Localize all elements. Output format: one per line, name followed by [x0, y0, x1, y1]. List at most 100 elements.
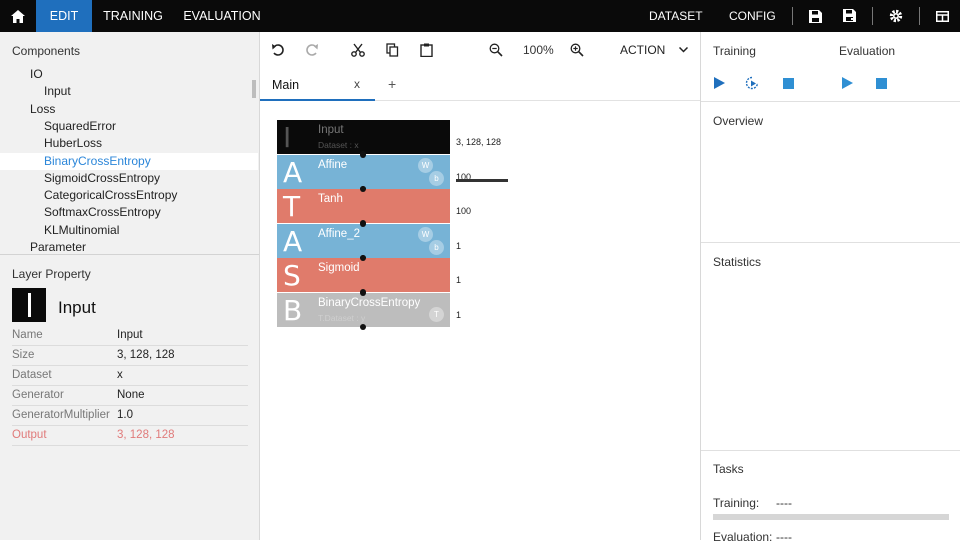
output-shape-label: 1: [456, 275, 462, 286]
connector-dot[interactable]: [360, 151, 366, 158]
tree-item[interactable]: KLMultinomial: [0, 222, 258, 239]
zoom-in-icon[interactable]: [567, 40, 587, 60]
zoom-level: 100%: [523, 43, 554, 57]
tree-item[interactable]: IO: [0, 66, 258, 83]
add-tab-button[interactable]: +: [388, 76, 396, 92]
zoom-out-icon[interactable]: [486, 40, 506, 60]
property-row[interactable]: Generator None: [12, 386, 248, 406]
redo-icon[interactable]: [302, 40, 322, 60]
parameter-badge[interactable]: T: [429, 307, 444, 322]
property-value[interactable]: x: [117, 369, 123, 381]
save-icon[interactable]: [800, 0, 830, 32]
parameter-badge[interactable]: W: [418, 226, 433, 242]
output-shape-label: 1: [456, 310, 462, 320]
property-row[interactable]: Name Input: [12, 326, 248, 346]
home-icon[interactable]: [0, 0, 36, 32]
tree-item[interactable]: SigmoidCrossEntropy: [0, 170, 258, 187]
property-key: Dataset: [12, 369, 52, 381]
top-bar: EDIT TRAINING EVALUATION DATASET CONFIG: [0, 0, 960, 32]
layout-icon[interactable]: [927, 0, 957, 32]
tree-item[interactable]: SquaredError: [0, 118, 258, 135]
layer-name: Input: [58, 298, 96, 317]
eval-stop-icon[interactable]: [872, 74, 890, 92]
separator: [919, 7, 920, 25]
evaluation-title: Evaluation: [839, 44, 896, 58]
training-task-value: ----: [776, 496, 792, 510]
gear-icon[interactable]: [881, 0, 911, 32]
tree-item[interactable]: Parameter: [0, 239, 258, 254]
property-value[interactable]: 3, 128, 128: [117, 429, 175, 441]
layer-block[interactable]: A Affine_2 Wb: [277, 220, 450, 261]
layer-block[interactable]: S Sigmoid: [277, 255, 450, 296]
property-key: Output: [12, 429, 47, 441]
tree-item[interactable]: SoftmaxCrossEntropy: [0, 204, 258, 221]
chevron-down-icon[interactable]: [673, 40, 693, 60]
layer-glyph: I: [283, 121, 292, 154]
tab-config[interactable]: CONFIG: [729, 0, 776, 32]
layer-name: BinaryCrossEntropy: [318, 297, 421, 309]
tree-scrollbar[interactable]: [252, 80, 256, 98]
train-resume-icon[interactable]: [743, 74, 761, 92]
parameter-badge[interactable]: b: [429, 239, 444, 255]
tree-item[interactable]: Loss: [0, 101, 258, 118]
save-as-icon[interactable]: [835, 0, 865, 32]
connector-dot[interactable]: [360, 186, 366, 193]
connector-dot[interactable]: [360, 324, 366, 330]
training-title: Training: [713, 44, 756, 58]
tasks-title: Tasks: [713, 462, 744, 476]
tab-main-label: Main: [272, 78, 300, 92]
tab-training[interactable]: TRAINING: [96, 0, 170, 32]
property-value[interactable]: 1.0: [117, 409, 133, 421]
tab-dataset[interactable]: DATASET: [649, 0, 703, 32]
property-row[interactable]: Dataset x: [12, 366, 248, 386]
parameter-badge[interactable]: W: [418, 157, 433, 173]
copy-icon[interactable]: [382, 40, 402, 60]
layer-block[interactable]: T Tanh: [277, 186, 450, 227]
cut-icon[interactable]: [348, 40, 368, 60]
eval-play-icon[interactable]: [838, 74, 856, 92]
layer-subtitle: T.Dataset : y: [318, 313, 366, 323]
property-key: GeneratorMultiplier: [12, 409, 110, 421]
layer-block[interactable]: A Affine Wb: [277, 151, 450, 192]
property-row[interactable]: Size 3, 128, 128: [12, 346, 248, 366]
tree-item[interactable]: CategoricalCrossEntropy: [0, 187, 258, 204]
layer-glyph: S: [283, 259, 301, 293]
property-value[interactable]: None: [117, 389, 145, 401]
property-row[interactable]: GeneratorMultiplier 1.0: [12, 406, 248, 426]
layer-glyph: T: [283, 190, 301, 224]
property-row[interactable]: Output 3, 128, 128: [12, 426, 248, 446]
tree-item[interactable]: Input: [0, 83, 258, 100]
components-title: Components: [12, 44, 81, 58]
right-panel: Training Evaluation Overview Statistics …: [700, 32, 960, 544]
separator: [872, 7, 873, 25]
layer-name: Affine_2: [318, 227, 360, 240]
output-shape-label: 3, 128, 128: [456, 137, 502, 147]
graph-tabs: Main x +: [260, 67, 700, 101]
undo-icon[interactable]: [268, 40, 288, 60]
layer-name: Affine: [318, 158, 348, 171]
connector-dot[interactable]: [360, 290, 366, 296]
layer-name: Sigmoid: [318, 262, 360, 275]
layer-block[interactable]: B BinaryCrossEntropy T.Dataset : y T: [277, 290, 450, 330]
tab-evaluation[interactable]: EVALUATION: [178, 0, 266, 32]
divider: [701, 450, 960, 451]
action-menu[interactable]: ACTION: [620, 43, 665, 57]
layer-subtitle: Dataset : x: [318, 140, 359, 150]
connector-dot[interactable]: [360, 255, 366, 262]
layer-block[interactable]: I Input Dataset : x: [277, 120, 450, 157]
property-value[interactable]: Input: [117, 329, 143, 341]
connector-dot[interactable]: [360, 220, 366, 227]
overview-title: Overview: [713, 114, 764, 128]
tree-item[interactable]: HuberLoss: [0, 135, 258, 152]
tab-main[interactable]: Main x: [260, 67, 375, 101]
layer-property-title: Layer Property: [12, 267, 91, 281]
parameter-badge[interactable]: b: [429, 170, 444, 186]
train-play-icon[interactable]: [710, 74, 728, 92]
close-tab-button[interactable]: x: [354, 77, 360, 91]
train-stop-icon[interactable]: [779, 74, 797, 92]
paste-icon[interactable]: [416, 40, 436, 60]
tree-item[interactable]: BinaryCrossEntropy: [0, 152, 258, 170]
tab-edit[interactable]: EDIT: [36, 0, 92, 32]
property-value[interactable]: 3, 128, 128: [117, 349, 175, 361]
divider: [701, 242, 960, 243]
